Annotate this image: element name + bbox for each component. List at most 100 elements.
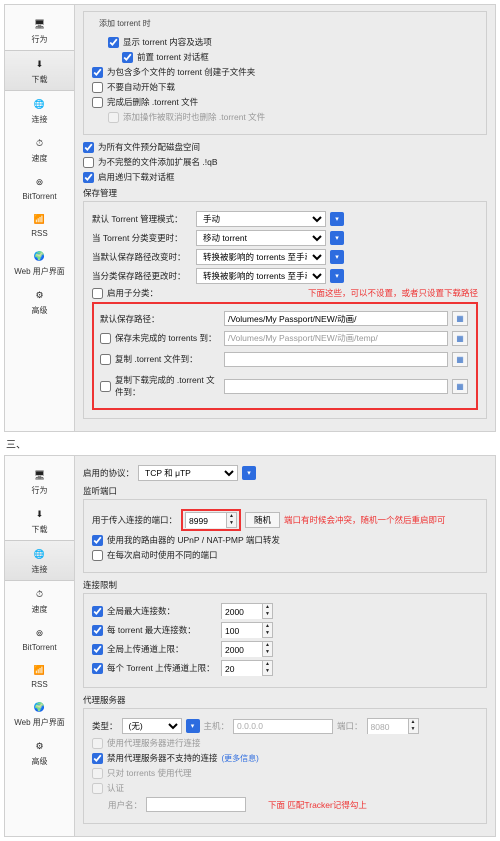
sidebar-item-speed[interactable]: ⏱速度 (5, 581, 74, 620)
savepath-change-select[interactable]: 转换被影响的 torrents 至手动模式 (196, 249, 326, 265)
sidebar-item-connection[interactable]: 🌐连接 (5, 91, 74, 130)
content-downloads: 添加 torrent 时 显示 torrent 内容及选项 前置 torrent… (75, 5, 495, 431)
folder-icon[interactable]: ▦ (452, 352, 468, 367)
sidebar-item-webui[interactable]: 🌍Web 用户界面 (5, 694, 74, 733)
spin-up-icon[interactable]: ▲ (263, 604, 272, 611)
prealloc-checkbox[interactable] (83, 142, 94, 153)
spin-down-icon[interactable]: ▼ (263, 611, 272, 618)
use-cat-checkbox[interactable] (92, 288, 103, 299)
per-up-spinner[interactable]: ▲▼ (221, 660, 273, 676)
per-torrent-input[interactable] (222, 623, 262, 638)
sidebar-item-downloads[interactable]: ⬇下载 (5, 501, 74, 540)
spin-down-icon[interactable]: ▼ (263, 649, 272, 656)
chevron-down-icon[interactable] (186, 719, 200, 733)
sidebar-item-behavior[interactable]: 🖥行为 (5, 462, 74, 501)
append-qb-checkbox[interactable] (83, 157, 94, 168)
sidebar-item-advanced[interactable]: ⚙高级 (5, 282, 74, 321)
sidebar-item-bittorrent[interactable]: ⊚BitTorrent (5, 620, 74, 657)
auth-checkbox (92, 783, 103, 794)
chevron-down-icon[interactable] (330, 212, 344, 226)
sidebar-item-rss[interactable]: 📶RSS (5, 206, 74, 243)
sidebar-item-downloads[interactable]: ⬇下载 (5, 50, 74, 91)
spin-up-icon[interactable]: ▲ (263, 661, 272, 668)
proxy-type-select[interactable]: (无) (122, 718, 182, 734)
disable-unsupported-checkbox[interactable] (92, 753, 103, 764)
max-conn-checkbox[interactable] (92, 606, 103, 617)
listen-title: 监听端口 (83, 485, 487, 497)
max-up-input[interactable] (222, 642, 262, 657)
folder-icon[interactable]: ▦ (452, 311, 468, 326)
spin-down-icon[interactable]: ▼ (227, 520, 236, 527)
chevron-down-icon[interactable] (330, 231, 344, 245)
per-up-input[interactable] (222, 661, 262, 676)
per-torrent-label: 每 torrent 最大连接数： (107, 624, 217, 636)
use-cat-label: 启用子分类： (107, 287, 158, 299)
max-conn-spinner[interactable]: ▲▼ (221, 603, 273, 619)
show-content-checkbox[interactable] (108, 37, 119, 48)
incomplete-input[interactable] (224, 331, 448, 346)
sidebar-item-speed[interactable]: ⏱速度 (5, 130, 74, 169)
incomplete-label: 保存未完成的 torrents 到： (115, 332, 217, 344)
proto-select[interactable]: TCP 和 μTP (138, 465, 238, 481)
recursive-checkbox[interactable] (83, 172, 94, 183)
spin-down-icon[interactable]: ▼ (263, 630, 272, 637)
front-dialog-checkbox[interactable] (122, 52, 133, 63)
sidebar-item-bittorrent[interactable]: ⊚BitTorrent (5, 169, 74, 206)
spin-up-icon[interactable]: ▲ (263, 623, 272, 630)
cat-change-select[interactable]: 移动 torrent (196, 230, 326, 246)
max-up-spinner[interactable]: ▲▼ (221, 641, 273, 657)
copy-done-checkbox[interactable] (100, 381, 111, 392)
add-torrent-title: 添加 torrent 时 (96, 18, 154, 29)
user-label: 用户名： (108, 799, 142, 811)
show-content-label: 显示 torrent 内容及选项 (123, 36, 212, 48)
spin-up-icon[interactable]: ▲ (263, 642, 272, 649)
port-input[interactable] (186, 513, 226, 528)
proxy-host-label: 主机： (204, 720, 230, 732)
random-button[interactable]: 随机 (245, 512, 280, 528)
sidebar-item-advanced[interactable]: ⚙高级 (5, 733, 74, 772)
max-up-checkbox[interactable] (92, 644, 103, 655)
mgmt-mode-select[interactable]: 手动 (196, 211, 326, 227)
proxy-port-label: 端口： (337, 720, 363, 732)
no-auto-start-checkbox[interactable] (92, 82, 103, 93)
disable-unsupported-label: 禁用代理服务器不支持的连接 (107, 752, 218, 764)
copy-label: 复制 .torrent 文件到： (115, 353, 198, 365)
sidebar-item-webui[interactable]: 🌍Web 用户界面 (5, 243, 74, 282)
prealloc-label: 为所有文件预分配磁盘空间 (98, 141, 200, 153)
cat-change-label: 当 Torrent 分类变更时： (92, 232, 192, 244)
sidebar-item-rss[interactable]: 📶RSS (5, 657, 74, 694)
port-spinner[interactable]: ▲▼ (185, 512, 237, 528)
folder-icon[interactable]: ▦ (452, 331, 468, 346)
copy-done-input[interactable] (224, 379, 448, 394)
max-conn-input[interactable] (222, 604, 262, 619)
per-torrent-checkbox[interactable] (92, 625, 103, 636)
sidebar: 🖥行为 ⬇下载 🌐连接 ⏱速度 ⊚BitTorrent 📶RSS 🌍Web 用户… (5, 456, 75, 836)
del-after-checkbox[interactable] (92, 97, 103, 108)
auth-label: 认证 (107, 782, 124, 794)
more-info-link[interactable]: (更多信息) (222, 753, 259, 764)
spin-up-icon[interactable]: ▲ (227, 513, 236, 520)
incoming-port-label: 用于传入连接的端口： (92, 514, 177, 526)
incomplete-checkbox[interactable] (100, 333, 111, 344)
sidebar-item-behavior[interactable]: 🖥行为 (5, 11, 74, 50)
spin-down-icon[interactable]: ▼ (263, 668, 272, 675)
per-up-checkbox[interactable] (92, 663, 103, 674)
chevron-down-icon[interactable] (330, 250, 344, 264)
proxy-type-label: 类型： (92, 720, 118, 732)
chevron-down-icon[interactable] (242, 466, 256, 480)
catpath-change-label: 当分类保存路径更改时： (92, 270, 192, 282)
sidebar-label: 高级 (32, 756, 48, 767)
multi-folder-checkbox[interactable] (92, 67, 103, 78)
per-torrent-spinner[interactable]: ▲▼ (221, 622, 273, 638)
content-connection: 启用的协议：TCP 和 μTP 监听端口 用于传入连接的端口： ▲▼ 随机 端口… (75, 456, 495, 836)
folder-icon[interactable]: ▦ (452, 379, 468, 394)
sidebar-item-connection[interactable]: 🌐连接 (5, 540, 74, 581)
upnp-checkbox[interactable] (92, 535, 103, 546)
diff-port-checkbox[interactable] (92, 550, 103, 561)
copy-checkbox[interactable] (100, 354, 111, 365)
copy-input[interactable] (224, 352, 448, 367)
default-path-input[interactable] (224, 311, 448, 326)
proxy-host-input (233, 719, 333, 734)
chevron-down-icon[interactable] (330, 269, 344, 283)
catpath-change-select[interactable]: 转换被影响的 torrents 至手动模式 (196, 268, 326, 284)
